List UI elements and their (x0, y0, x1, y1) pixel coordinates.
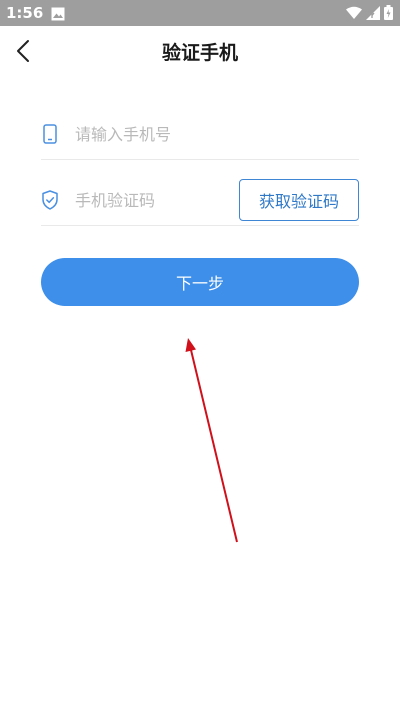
verification-code-input[interactable] (75, 185, 255, 215)
phone-field-row (41, 109, 359, 160)
phone-icon (41, 124, 59, 144)
page-title: 验证手机 (161, 42, 238, 64)
get-code-button[interactable]: 获取验证码 (239, 179, 359, 221)
code-field-row: 获取验证码 (41, 175, 359, 226)
phone-input[interactable] (75, 119, 345, 149)
app-bar: 验证手机 (0, 26, 400, 76)
status-bar: 1:56 (0, 0, 400, 26)
signal-icon (366, 5, 380, 24)
status-icons (346, 5, 393, 24)
shield-check-icon (41, 190, 59, 210)
wifi-icon (346, 5, 362, 24)
status-time: 1:56 (6, 4, 44, 22)
next-step-button[interactable]: 下一步 (41, 258, 359, 306)
battery-icon (384, 5, 393, 24)
image-icon (51, 6, 65, 25)
annotation-arrow (185, 338, 238, 543)
